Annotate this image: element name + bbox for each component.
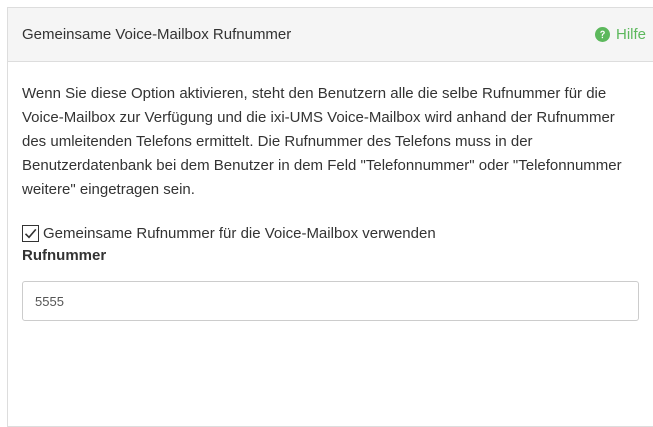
checkmark-icon <box>24 228 37 238</box>
description-text: Wenn Sie diese Option aktivieren, steht … <box>22 85 622 198</box>
panel-title: Gemeinsame Voice-Mailbox Rufnummer <box>22 26 292 43</box>
phone-number-input[interactable] <box>22 281 639 321</box>
help-label[interactable]: Hilfe <box>616 26 646 43</box>
panel-header: Gemeinsame Voice-Mailbox Rufnummer Hilfe <box>8 8 653 62</box>
shared-number-option[interactable]: Gemeinsame Rufnummer für die Voice-Mailb… <box>22 222 652 244</box>
shared-number-checkbox[interactable] <box>22 224 39 242</box>
help-link[interactable]: Hilfe <box>594 26 646 43</box>
shared-number-checkbox-label[interactable]: Gemeinsame Rufnummer für die Voice-Mailb… <box>43 225 436 242</box>
panel-body: Wenn Sie diese Option aktivieren, steht … <box>8 62 653 321</box>
phone-number-label: Rufnummer <box>22 247 107 264</box>
settings-panel: Gemeinsame Voice-Mailbox Rufnummer Hilfe… <box>7 7 653 427</box>
question-circle-icon <box>594 27 610 42</box>
